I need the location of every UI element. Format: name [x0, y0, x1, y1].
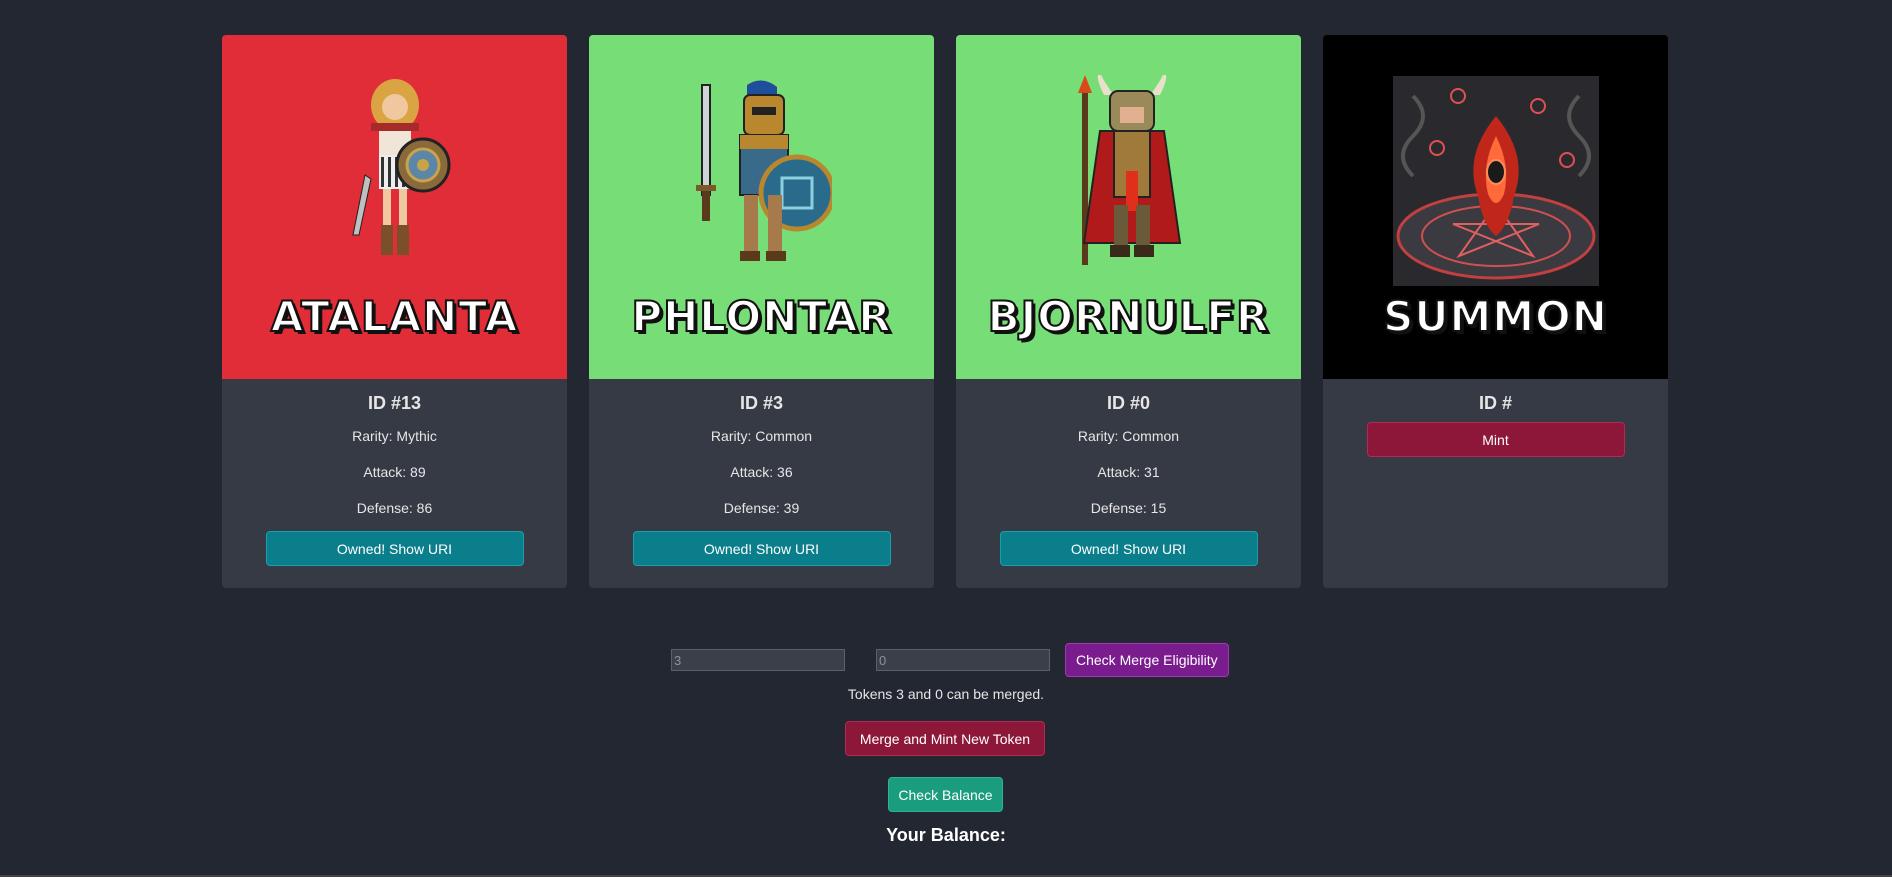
merge-controls: Check Merge Eligibility — [671, 643, 1229, 677]
show-uri-button[interactable]: Owned! Show URI — [999, 531, 1258, 566]
balance-label: Your Balance: — [886, 825, 1006, 845]
token-attack: Attack: 89 — [363, 464, 426, 480]
merge-token-b-input[interactable] — [876, 649, 1050, 671]
token-card-summon: SUMMON ID # Mint — [1323, 35, 1668, 588]
token-rarity: Rarity: Mythic — [352, 428, 437, 444]
token-card-phlontar: PHLONTAR ID #3 Rarity: Common Attack: 36… — [589, 35, 934, 588]
token-cards: ATALANTA ID #13 Rarity: Mythic Attack: 8… — [222, 35, 1668, 588]
merge-token-a-input[interactable] — [671, 649, 845, 671]
merge-and-mint-button[interactable]: Merge and Mint New Token — [845, 721, 1045, 756]
token-attack: Attack: 36 — [730, 464, 793, 480]
token-attack: Attack: 31 — [1097, 464, 1160, 480]
warrior-woman-figure — [351, 79, 450, 255]
token-art-title: SUMMON — [1382, 291, 1608, 342]
summoning-circle-icon — [1392, 76, 1599, 286]
token-defense: Defense: 15 — [1090, 500, 1167, 516]
token-art-title: BJORNULFR — [987, 291, 1270, 342]
token-art-title: ATALANTA — [270, 291, 519, 342]
merge-eligibility-message: Tokens 3 and 0 can be merged. — [847, 686, 1045, 702]
token-id: ID #3 — [739, 393, 784, 413]
token-art-title: PHLONTAR — [630, 291, 892, 342]
check-balance-button[interactable]: Check Balance — [888, 777, 1003, 812]
check-merge-eligibility-button[interactable]: Check Merge Eligibility — [1065, 643, 1229, 677]
token-image-atalanta: ATALANTA — [222, 35, 567, 379]
token-rarity: Rarity: Common — [710, 428, 813, 444]
token-id: ID # — [1478, 393, 1512, 413]
token-card-bjornulfr: BJORNULFR ID #0 Rarity: Common Attack: 3… — [956, 35, 1301, 588]
show-uri-button[interactable]: Owned! Show URI — [265, 531, 524, 566]
token-rarity: Rarity: Common — [1077, 428, 1180, 444]
token-image-bjornulfr: BJORNULFR — [956, 35, 1301, 379]
show-uri-button[interactable]: Owned! Show URI — [632, 531, 891, 566]
token-defense: Defense: 86 — [356, 500, 433, 516]
hoplite-warrior-figure — [695, 80, 832, 261]
token-image-phlontar: PHLONTAR — [589, 35, 934, 379]
token-image-summon: SUMMON — [1323, 35, 1668, 379]
mint-button[interactable]: Mint — [1366, 422, 1625, 457]
token-defense: Defense: 39 — [723, 500, 800, 516]
token-id: ID #13 — [367, 393, 422, 413]
viking-warrior-figure — [1077, 75, 1181, 265]
token-card-atalanta: ATALANTA ID #13 Rarity: Mythic Attack: 8… — [222, 35, 567, 588]
token-id: ID #0 — [1106, 393, 1151, 413]
